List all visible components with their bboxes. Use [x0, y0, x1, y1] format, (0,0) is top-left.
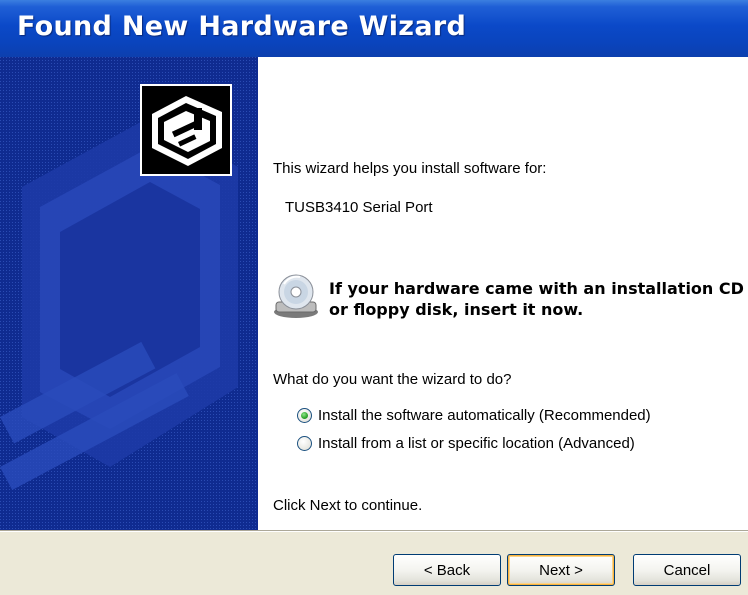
radio-install-from-list[interactable]: [297, 435, 312, 451]
wizard-sidebar-banner: [0, 57, 258, 531]
option-install-from-list[interactable]: Install from a list or specific location…: [297, 432, 635, 454]
insert-cd-message-line2: or floppy disk, insert it now.: [329, 300, 584, 319]
hardware-wizard-icon: [140, 84, 232, 176]
option-install-automatically[interactable]: Install the software automatically (Reco…: [297, 404, 651, 426]
next-button[interactable]: Next >: [507, 554, 615, 586]
continue-text: Click Next to continue.: [273, 497, 423, 514]
radio-install-automatically[interactable]: [297, 407, 312, 423]
button-bar: < Back Next > Cancel: [0, 531, 748, 595]
question-text: What do you want the wizard to do?: [273, 371, 512, 388]
back-button[interactable]: < Back: [393, 554, 501, 586]
device-name: TUSB3410 Serial Port: [285, 199, 433, 216]
insert-cd-message-line1: If your hardware came with an installati…: [329, 279, 744, 298]
insert-cd-message: If your hardware came with an installati…: [329, 278, 744, 320]
cancel-button[interactable]: Cancel: [633, 554, 741, 586]
wizard-window: Found New Hardware Wizard This wizard he…: [0, 0, 748, 595]
option-install-automatically-label[interactable]: Install the software automatically (Reco…: [318, 407, 651, 424]
title-bar[interactable]: Found New Hardware Wizard: [0, 0, 748, 57]
intro-text: This wizard helps you install software f…: [273, 160, 547, 177]
option-install-from-list-label[interactable]: Install from a list or specific location…: [318, 435, 635, 452]
window-title: Found New Hardware Wizard: [17, 11, 467, 42]
cd-disk-icon: [270, 272, 322, 320]
